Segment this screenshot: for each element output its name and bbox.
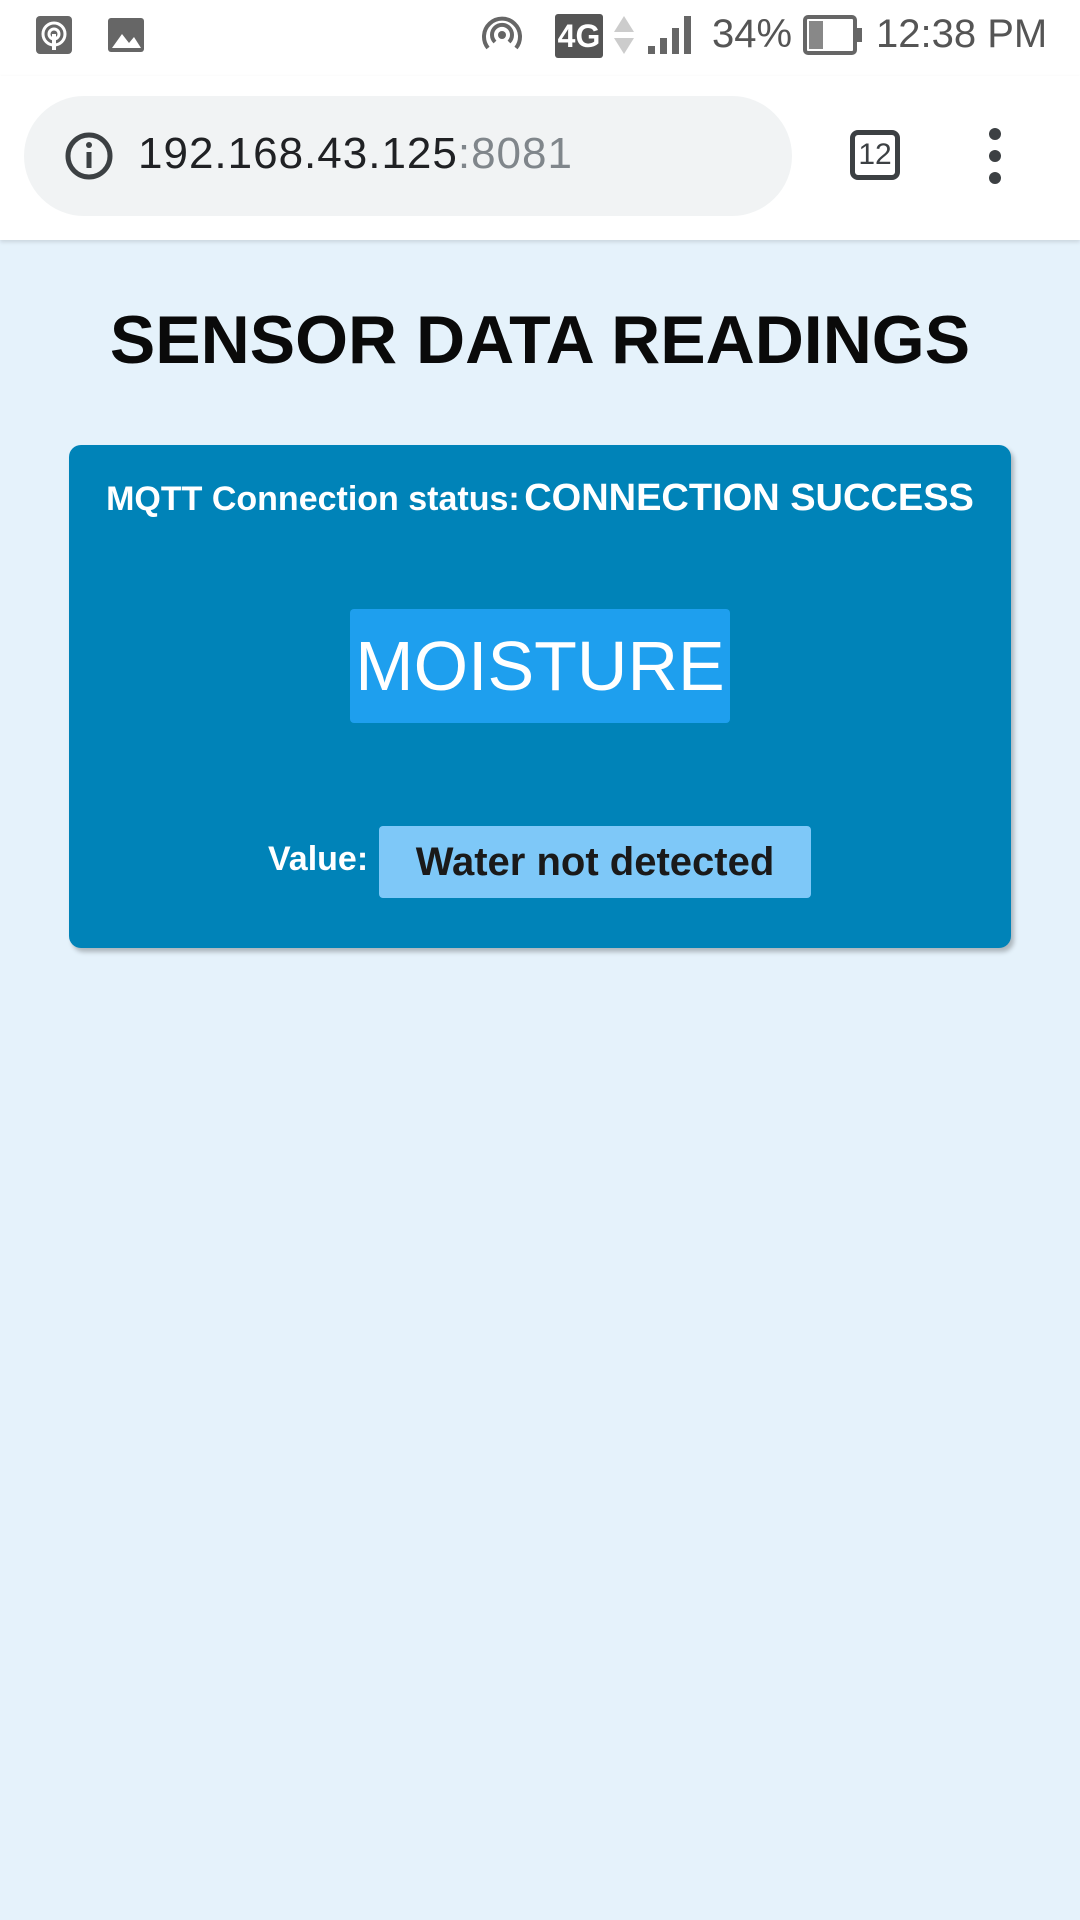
network-4g-icon: 4G xyxy=(555,14,603,58)
page-title: SENSOR DATA READINGS xyxy=(109,302,971,378)
battery-percentage: 34% xyxy=(712,12,793,56)
sensor-value: Water not detected xyxy=(379,826,811,898)
clock: 12:38 PM xyxy=(876,12,1048,56)
address-bar[interactable]: 192.168.43.125:8081 xyxy=(24,96,792,216)
signal-icon xyxy=(648,16,691,54)
url-text[interactable]: 192.168.43.125:8081 xyxy=(138,129,573,179)
tab-switcher-button[interactable]: 12 xyxy=(850,130,900,180)
status-bar: 4G 34% 12:38 PM xyxy=(0,0,1080,76)
image-notification-icon xyxy=(108,18,144,52)
value-row: Value: Water not detected xyxy=(69,826,1011,898)
value-label: Value: xyxy=(268,840,369,878)
hotspot-icon xyxy=(482,16,522,50)
connection-status-label: MQTT Connection status: xyxy=(106,480,520,518)
connection-status-line: MQTT Connection status: CONNECTION SUCCE… xyxy=(69,477,1011,520)
data-arrows-icon xyxy=(614,16,634,54)
sensor-name-badge: MOISTURE xyxy=(350,609,730,723)
more-options-icon[interactable] xyxy=(980,126,1010,186)
url-port: :8081 xyxy=(457,129,573,178)
battery-icon xyxy=(803,15,862,55)
info-icon[interactable] xyxy=(64,131,114,181)
sensor-card: MQTT Connection status: CONNECTION SUCCE… xyxy=(69,445,1011,948)
browser-toolbar: 192.168.43.125:8081 12 xyxy=(0,76,1080,240)
url-host: 192.168.43.125 xyxy=(138,129,458,178)
connection-status-value: CONNECTION SUCCESS xyxy=(524,477,974,519)
hotspot-icon xyxy=(36,16,72,54)
